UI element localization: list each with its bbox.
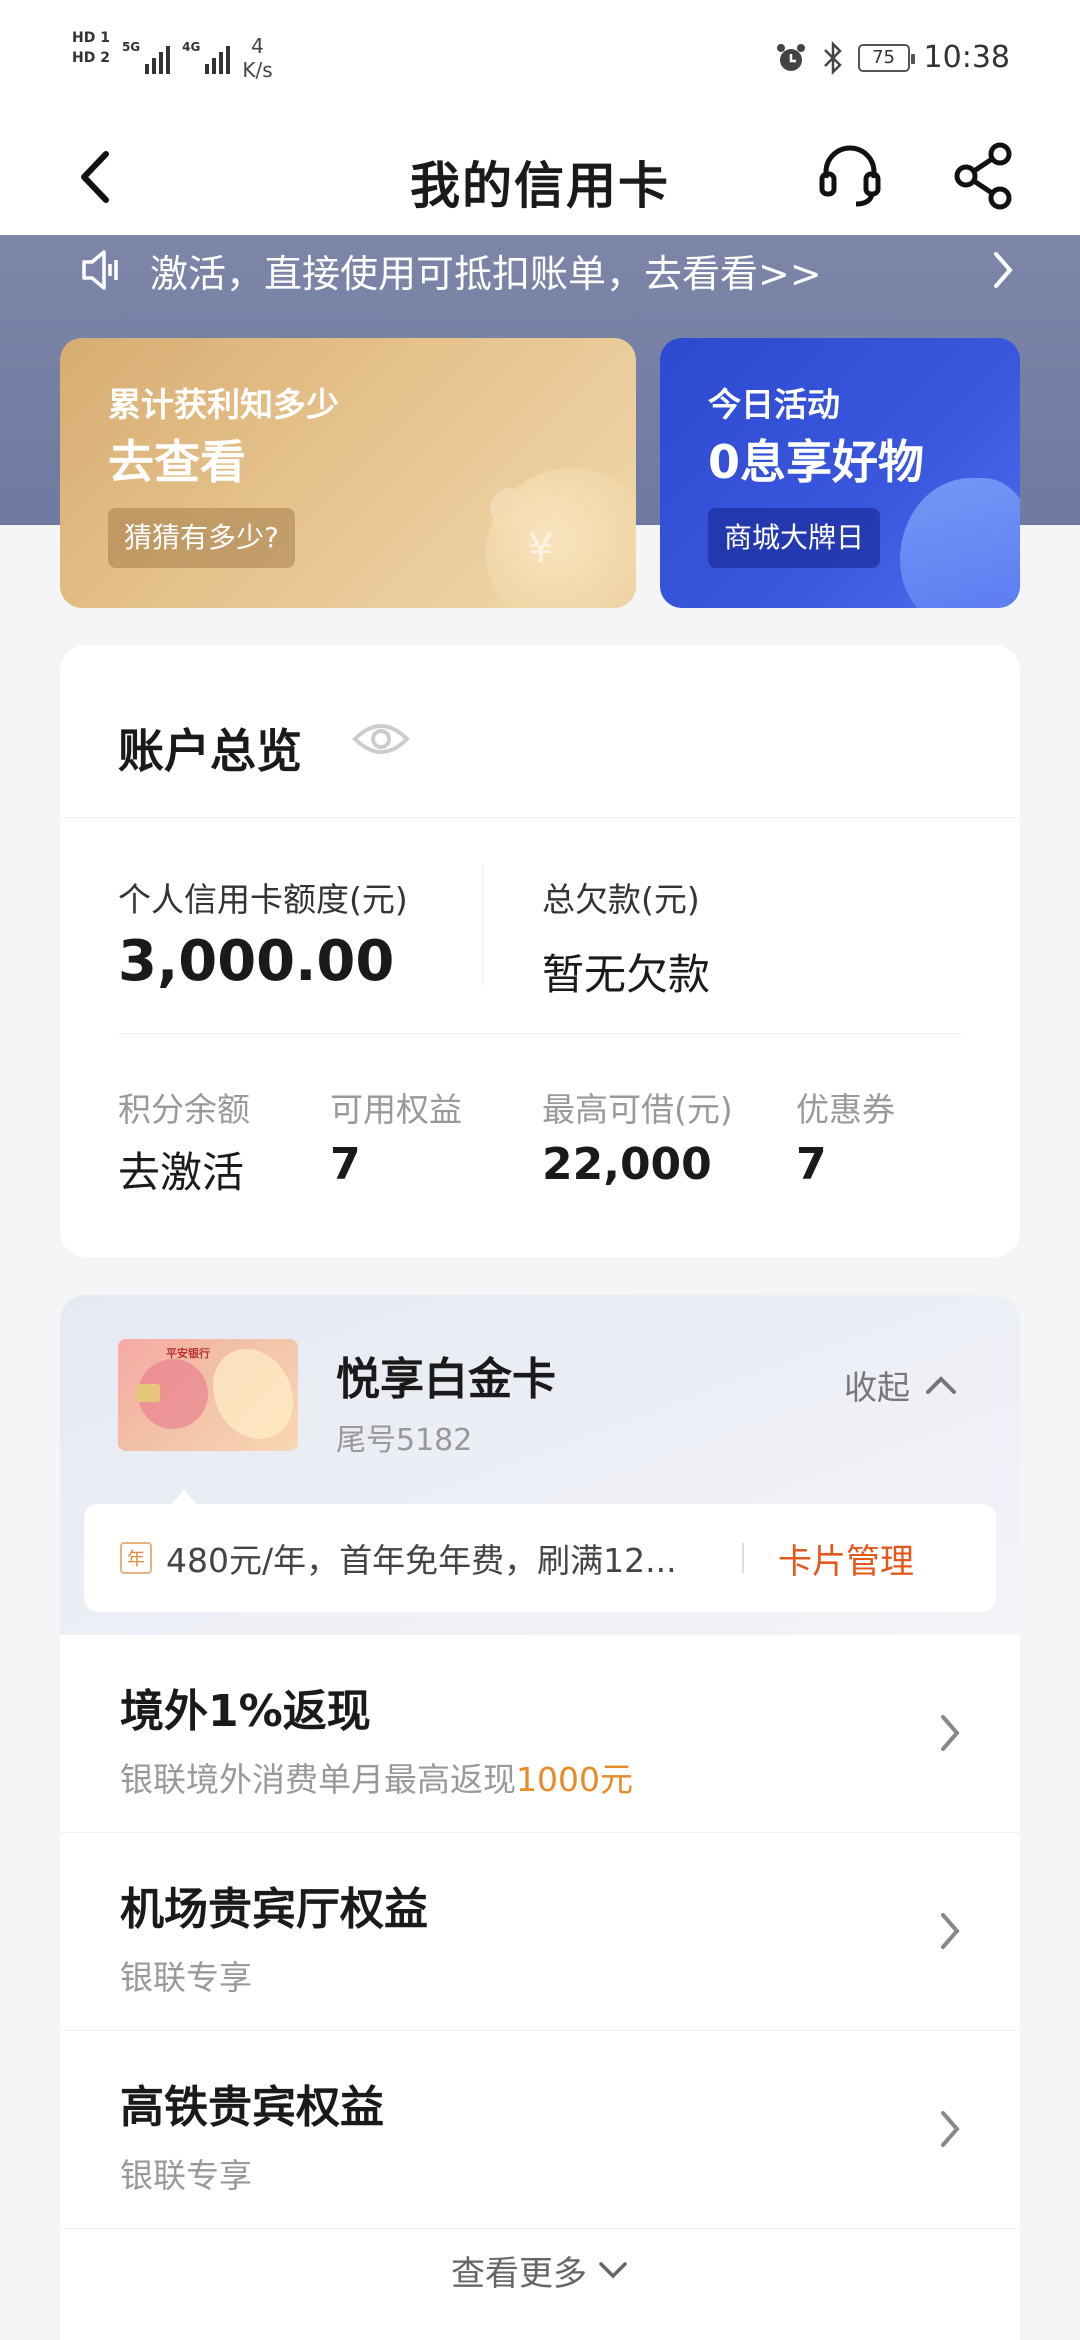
chevron-down-icon [599, 2262, 627, 2279]
points-label: 积分余额 [118, 1090, 250, 1129]
account-overview-card: 账户总览 个人信用卡额度(元) 3,000.00 总欠款(元) 暂无欠款 积分余… [60, 645, 1020, 1257]
app-header: 我的信用卡 [0, 120, 1080, 235]
benefit-item-rail-lounge[interactable]: 高铁贵宾权益 银联专享 [60, 2031, 1020, 2229]
benefit-subtitle: 银联专享 [120, 1958, 252, 1997]
hd1-badge: HD 1 [72, 30, 110, 46]
benefit-title: 机场贵宾厅权益 [120, 1884, 428, 1935]
share-icon[interactable] [946, 138, 1022, 214]
year-badge-icon: 年 [120, 1542, 152, 1574]
chevron-right-icon [941, 1913, 960, 1949]
signal-5g-icon: 5G [122, 40, 171, 74]
benefit-title: 高铁贵宾权益 [120, 2082, 384, 2133]
marquee-text: 激活，直接使用可抵扣账单，去看看>> [150, 251, 822, 296]
collapse-label: 收起 [844, 1368, 910, 1407]
collapse-button[interactable]: 收起 [844, 1361, 958, 1409]
card-tail-number: 尾号5182 [336, 1423, 473, 1458]
divider [118, 1033, 962, 1034]
annual-fee-text[interactable]: 480元/年，首年免年费，刷满12... [166, 1534, 726, 1582]
chevron-right-icon[interactable] [988, 246, 1018, 294]
total-debt-label: 总欠款(元) [542, 880, 700, 919]
max-loan-label: 最高可借(元) [542, 1090, 733, 1129]
notice-marquee[interactable]: 激活，直接使用可抵扣账单，去看看>> [78, 240, 1018, 300]
promo-title: 去查看 [108, 435, 246, 489]
divider [482, 865, 483, 985]
card-header: 平安银行 悦享白金卡 尾号5182 收起 年 480元/年，首年免年费，刷满12… [60, 1295, 1020, 1635]
benefits-value[interactable]: 7 [330, 1139, 361, 1190]
benefit-subtitle: 银联境外消费单月最高返现1000元 [120, 1760, 633, 1799]
benefits-label: 可用权益 [330, 1090, 462, 1129]
card-image[interactable]: 平安银行 [118, 1339, 298, 1451]
battery-icon: 75 [857, 43, 915, 72]
card-name: 悦享白金卡 [336, 1354, 556, 1405]
drop-decor-icon [900, 478, 1020, 608]
points-value[interactable]: 去激活 [118, 1139, 244, 1200]
chevron-right-icon [941, 2111, 960, 2147]
activity-promo-card[interactable]: 今日活动 0息享好物 商城大牌日 [660, 338, 1020, 608]
chevron-up-icon [926, 1376, 956, 1394]
profit-promo-card[interactable]: ¥ 累计获利知多少 去查看 猜猜有多少? [60, 338, 636, 608]
max-loan-value[interactable]: 22,000 [542, 1139, 712, 1190]
clock: 10:38 [923, 40, 1010, 75]
credit-limit-label: 个人信用卡额度(元) [118, 880, 408, 919]
benefit-item-overseas-cashback[interactable]: 境外1%返现 银联境外消费单月最高返现1000元 [60, 1635, 1020, 1833]
divider [742, 1543, 744, 1573]
chevron-right-icon [941, 1715, 960, 1751]
coupons-value[interactable]: 7 [796, 1139, 827, 1190]
customer-service-icon[interactable] [812, 138, 888, 214]
promo-subtitle: 今日活动 [708, 385, 840, 424]
promo-subtitle: 累计获利知多少 [108, 385, 339, 424]
eye-icon[interactable] [352, 717, 410, 761]
benefit-title: 境外1%返现 [120, 1686, 371, 1737]
account-overview-title: 账户总览 [118, 724, 302, 778]
network-speed-unit: K/s [242, 58, 273, 82]
annual-fee-bar: 年 480元/年，首年免年费，刷满12... 卡片管理 [84, 1504, 996, 1612]
credit-limit-value[interactable]: 3,000.00 [118, 929, 394, 994]
network-speed-value: 4 [251, 34, 264, 58]
view-more-label: 查看更多 [451, 2253, 587, 2294]
callout-notch [172, 1490, 196, 1504]
promo-title: 0息享好物 [708, 435, 925, 489]
sim-indicators: HD 1 HD 2 [72, 30, 110, 66]
total-debt-value[interactable]: 暂无欠款 [542, 941, 710, 1002]
benefit-item-airport-lounge[interactable]: 机场贵宾厅权益 银联专享 [60, 1833, 1020, 2031]
coupons-label: 优惠券 [796, 1090, 895, 1129]
page-title: 我的信用卡 [410, 157, 670, 215]
hd2-badge: HD 2 [72, 50, 110, 66]
bluetooth-icon [823, 40, 842, 75]
benefit-highlight: 1000元 [516, 1760, 633, 1799]
status-bar: HD 1 HD 2 5G 4G 4 K/s 75 10:38 [0, 0, 1080, 120]
view-more-button[interactable]: 查看更多 [60, 2225, 1020, 2315]
divider [60, 817, 1020, 818]
card-manage-link[interactable]: 卡片管理 [778, 1534, 914, 1583]
network-speed: 4 K/s [242, 34, 272, 82]
battery-level: 75 [872, 47, 895, 68]
alarm-icon [776, 43, 805, 71]
signal-4g-icon: 4G [182, 40, 231, 74]
credit-card-section: 平安银行 悦享白金卡 尾号5182 收起 年 480元/年，首年免年费，刷满12… [60, 1295, 1020, 2340]
promo-chip: 猜猜有多少? [108, 508, 295, 568]
card-bank-name: 平安银行 [166, 1347, 210, 1360]
speaker-icon [82, 250, 118, 290]
promo-chip: 商城大牌日 [708, 508, 881, 568]
benefit-subtitle: 银联专享 [120, 2156, 252, 2195]
